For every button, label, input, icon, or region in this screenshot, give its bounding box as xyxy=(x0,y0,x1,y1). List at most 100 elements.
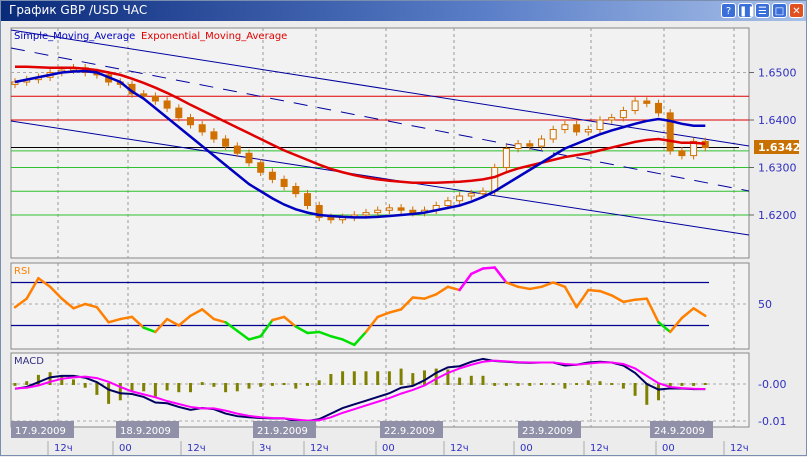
macd-histogram-bar xyxy=(411,373,415,385)
macd-histogram-bar xyxy=(153,383,157,398)
candle xyxy=(549,129,557,140)
candle xyxy=(666,112,674,152)
candle xyxy=(538,138,545,147)
macd-histogram-bar xyxy=(306,383,309,386)
macd-histogram-bar xyxy=(434,368,438,385)
legend-sma: Simple_Moving_Average xyxy=(14,31,135,42)
macd-histogram-bar xyxy=(294,383,298,389)
macd-histogram-bar xyxy=(423,370,426,385)
macd-histogram-bar xyxy=(25,381,29,385)
macd-histogram-bar xyxy=(95,383,99,395)
candle xyxy=(479,190,487,195)
macd-histogram-bar xyxy=(575,383,579,385)
macd-histogram-bar xyxy=(645,383,649,405)
candle xyxy=(175,107,183,119)
macd-histogram-bar xyxy=(680,383,684,386)
macd-histogram-bar xyxy=(657,383,660,401)
candle xyxy=(385,207,393,211)
candle xyxy=(280,178,288,187)
price-panel xyxy=(10,27,750,259)
hour-label: 3ч xyxy=(259,443,271,454)
rsi-panel xyxy=(10,262,750,350)
macd-histogram-bar xyxy=(703,383,707,385)
date-label: 23.9.2009 xyxy=(522,426,573,437)
candle xyxy=(187,117,194,126)
rsi-segment xyxy=(633,297,649,301)
macd-histogram-bar xyxy=(13,383,17,386)
macd-histogram-bar xyxy=(598,381,602,385)
rsi-segment xyxy=(306,330,321,335)
candle xyxy=(608,117,616,121)
macd-histogram-bar xyxy=(586,380,590,385)
date-label: 17.9.2009 xyxy=(15,426,66,437)
macd-title: MACD xyxy=(14,356,44,367)
hour-label: 00 xyxy=(520,443,533,454)
macd-histogram-bar xyxy=(621,383,625,389)
macd-histogram-bar xyxy=(282,383,286,385)
hour-label: 12ч xyxy=(590,443,609,454)
macd-histogram-bar xyxy=(235,383,239,392)
date-label: 24.9.2009 xyxy=(654,426,705,437)
macd-histogram-bar xyxy=(399,368,403,385)
macd-histogram-bar xyxy=(270,383,274,386)
candle xyxy=(596,119,604,130)
candle xyxy=(655,102,662,114)
rsi-segment xyxy=(587,288,602,293)
candle xyxy=(198,124,206,133)
chart-window: График GBP /USD ЧАС ? ❚❚ ☰ □ ✕ 1.6500 1.6… xyxy=(0,0,807,456)
macd-histogram-bar xyxy=(224,383,228,393)
candle xyxy=(257,162,265,173)
y-tick-label: 1.6300 xyxy=(758,162,797,175)
macd-histogram-bar xyxy=(177,383,181,393)
macd-histogram-bar xyxy=(458,377,462,385)
macd-histogram-bar xyxy=(469,375,473,385)
candle xyxy=(631,100,639,111)
macd-histogram-bar xyxy=(563,383,567,389)
macd-histogram-bar xyxy=(610,383,614,385)
macd-histogram-bar xyxy=(189,383,192,393)
candle xyxy=(304,193,311,206)
candle xyxy=(514,143,522,149)
chart-area: 1.6500 1.6400 1.6300 1.6200 Simple_Moving_Av… xyxy=(10,27,800,455)
macd-histogram-bar xyxy=(329,374,333,385)
candle xyxy=(467,193,475,197)
candle xyxy=(362,212,370,216)
rsi-tick-label: 50 xyxy=(758,298,772,311)
macd-histogram-bar xyxy=(516,383,520,386)
candle xyxy=(222,138,230,147)
candle xyxy=(374,209,382,214)
legend-ema: Exponential_Moving_Average xyxy=(141,31,287,42)
macd-histogram-bar xyxy=(200,382,204,385)
hour-label: 12ч xyxy=(54,443,73,454)
macd-histogram-bar xyxy=(376,371,380,385)
macd-histogram-bar xyxy=(142,383,146,392)
candle xyxy=(643,100,651,104)
hour-label: 00 xyxy=(662,443,675,454)
candle xyxy=(151,95,159,102)
y-tick-label: 1.6200 xyxy=(758,209,797,222)
candle xyxy=(233,145,241,154)
macd-histogram-bar xyxy=(107,383,111,404)
candle xyxy=(327,216,335,221)
macd-tick-label: -0.01 xyxy=(758,415,786,428)
candle xyxy=(456,195,464,202)
macd-histogram-bar xyxy=(528,383,532,386)
macd-histogram-bar xyxy=(60,375,64,385)
candle xyxy=(444,200,452,206)
macd-histogram-bar xyxy=(551,383,555,385)
macd-histogram-bar xyxy=(481,375,485,385)
hour-label: 00 xyxy=(119,443,132,454)
candle xyxy=(210,131,218,140)
candle xyxy=(584,129,592,133)
hour-label: 12ч xyxy=(450,443,469,454)
current-price-label: 1.6342 xyxy=(758,141,800,154)
macd-histogram-bar xyxy=(165,383,169,391)
rsi-segment xyxy=(481,266,496,270)
hour-label: 00 xyxy=(382,443,395,454)
date-label: 21.9.2009 xyxy=(257,426,308,437)
candle xyxy=(561,124,569,130)
macd-histogram-bar xyxy=(352,371,356,385)
candle xyxy=(619,110,627,119)
macd-histogram-bar xyxy=(504,383,508,386)
candle xyxy=(502,148,510,168)
